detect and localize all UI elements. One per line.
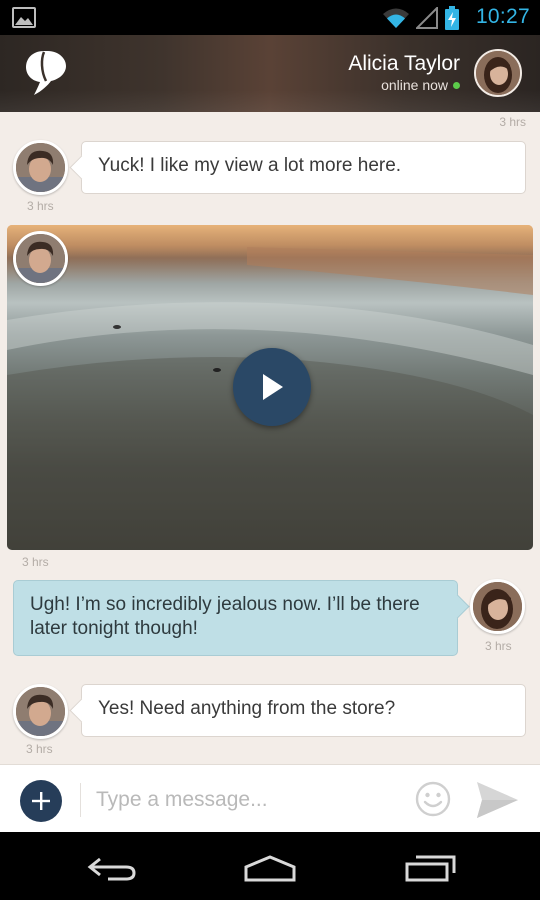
contact-status-text: online now <box>381 77 448 93</box>
signal-icon <box>416 7 438 29</box>
message-bubble[interactable]: Yuck! I like my view a lot more here. <box>81 141 526 194</box>
message-bubble-outgoing[interactable]: Ugh! I’m so incredibly jealous now. I’ll… <box>13 580 458 656</box>
play-button[interactable] <box>233 348 311 426</box>
contact-name[interactable]: Alicia Taylor <box>348 52 460 76</box>
send-button[interactable] <box>474 779 520 821</box>
message-list[interactable]: 3 hrs 3 hrs Yuck! I like my view a lot m… <box>0 112 540 764</box>
system-navigation-bar <box>0 832 540 900</box>
status-icons <box>382 6 460 30</box>
message-input[interactable] <box>96 782 396 818</box>
message-bubble[interactable]: Yes! Need anything from the store? <box>81 684 526 737</box>
message-text: Yuck! I like my view a lot more here. <box>98 155 402 176</box>
home-button[interactable] <box>238 850 302 886</box>
sender-avatar[interactable] <box>13 231 68 286</box>
back-button[interactable] <box>80 850 144 886</box>
status-time: 10:27 <box>475 5 530 28</box>
battery-charging-icon <box>445 6 459 30</box>
contact-status: online now <box>381 77 460 93</box>
add-attachment-button[interactable] <box>20 780 62 822</box>
message-timestamp: 3 hrs <box>27 199 54 213</box>
message-timestamp: 3 hrs <box>485 639 512 653</box>
recent-apps-button[interactable] <box>398 850 462 886</box>
sender-avatar[interactable] <box>13 140 68 195</box>
gallery-notification-icon <box>12 7 36 28</box>
emoji-button[interactable] <box>415 781 451 817</box>
back-icon <box>87 857 136 881</box>
recent-apps-icon <box>405 855 456 882</box>
my-avatar[interactable] <box>470 579 525 634</box>
plus-icon <box>32 792 50 810</box>
send-icon <box>477 782 518 818</box>
video-attachment[interactable] <box>7 225 533 550</box>
app-logo-icon[interactable] <box>24 49 68 97</box>
home-icon <box>244 855 296 882</box>
message-text: Ugh! I’m so incredibly jealous now. I’ll… <box>30 594 420 639</box>
composer-bar <box>0 764 540 832</box>
conversation-header: Alicia Taylor online now <box>0 35 540 112</box>
play-icon <box>263 374 283 400</box>
status-bar: 10:27 <box>0 0 540 35</box>
contact-avatar[interactable] <box>474 49 522 97</box>
online-indicator-icon <box>453 81 460 89</box>
sender-avatar[interactable] <box>13 684 68 739</box>
composer-divider <box>80 783 81 817</box>
wifi-icon <box>383 8 409 28</box>
message-timestamp: 3 hrs <box>499 115 526 129</box>
message-timestamp: 3 hrs <box>22 555 49 569</box>
message-timestamp: 3 hrs <box>26 742 53 756</box>
message-text: Yes! Need anything from the store? <box>98 698 396 719</box>
smiley-icon <box>415 781 451 817</box>
